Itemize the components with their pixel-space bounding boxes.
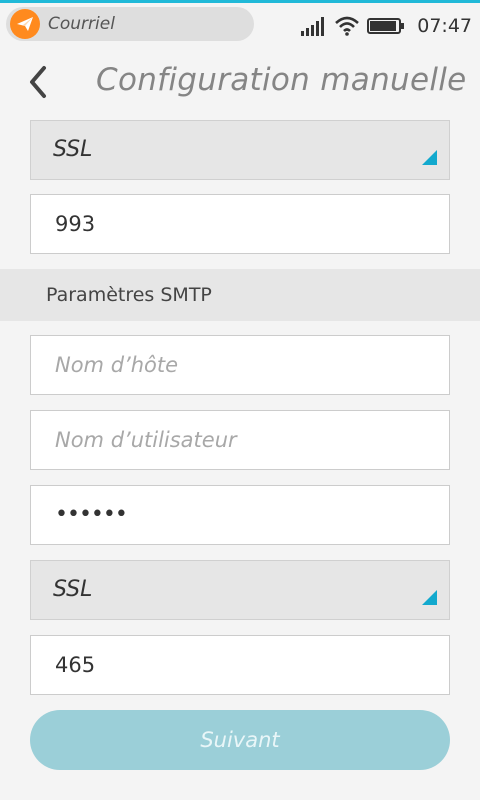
clock: 07:47 — [417, 15, 472, 37]
smtp-port-input[interactable]: 465 — [30, 635, 450, 695]
next-button[interactable]: Suivant — [30, 710, 450, 770]
status-bar: Courriel 07:47 — [0, 0, 480, 48]
dropdown-arrow-icon — [422, 590, 437, 605]
app-indicator[interactable]: Courriel — [6, 7, 254, 41]
chevron-left-icon — [30, 66, 46, 98]
back-button[interactable] — [24, 64, 54, 100]
imap-port-input[interactable]: 993 — [30, 194, 450, 254]
smtp-hostname-input[interactable]: Nom d’hôte — [30, 335, 450, 395]
signal-icon — [301, 17, 325, 36]
smtp-password-input[interactable]: •••••• — [30, 485, 450, 545]
app-name: Courriel — [48, 14, 115, 34]
wifi-icon — [335, 16, 360, 36]
battery-icon — [367, 18, 405, 34]
smtp-username-input[interactable]: Nom d’utilisateur — [30, 410, 450, 470]
dropdown-arrow-icon — [422, 150, 437, 165]
smtp-section-header: Paramètres SMTP — [0, 269, 480, 321]
smtp-security-select[interactable]: SSL — [30, 560, 450, 620]
header: Configuration manuelle — [0, 48, 480, 118]
paper-plane-icon — [10, 9, 40, 39]
imap-security-select[interactable]: SSL — [30, 120, 450, 180]
smtp-security-value: SSL — [53, 577, 93, 602]
page-title: Configuration manuelle — [96, 62, 467, 98]
imap-security-value: SSL — [53, 137, 93, 162]
